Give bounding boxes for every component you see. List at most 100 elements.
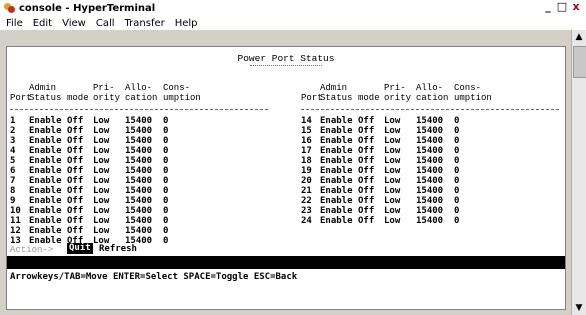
table-cell: Off — [358, 156, 375, 166]
table-cell: Low — [384, 216, 401, 226]
table-cell: 17 — [301, 146, 312, 156]
table-cell: 0 — [163, 156, 169, 166]
table-cell: Enable — [29, 236, 62, 246]
scroll-down-icon[interactable]: ▼ — [572, 301, 586, 315]
table-cell: 0 — [163, 176, 169, 186]
table-cell: Low — [93, 126, 110, 136]
table-cell: Low — [93, 136, 110, 146]
table-cell: Low — [93, 176, 110, 186]
table-cell: 6 — [10, 166, 16, 176]
table-cell: 0 — [163, 136, 169, 146]
table-cell: 12 — [10, 226, 21, 236]
scroll-thumb[interactable] — [573, 46, 586, 78]
menu-edit[interactable]: Edit — [33, 18, 52, 29]
table-cell: Off — [67, 126, 84, 136]
table-cell: 15400 — [125, 166, 153, 176]
table-cell: 0 — [163, 226, 169, 236]
table-cell: 15400 — [416, 156, 444, 166]
quit-action[interactable]: Quit — [67, 243, 93, 254]
table-cell: Off — [67, 206, 84, 216]
table-cell: 24 — [301, 216, 312, 226]
table-cell: Low — [384, 186, 401, 196]
table-cell: Off — [67, 146, 84, 156]
table-cell: 15400 — [416, 216, 444, 226]
table-cell: 15400 — [125, 226, 153, 236]
table-cell: 0 — [163, 166, 169, 176]
table-cell: Off — [358, 166, 375, 176]
table-cell: 0 — [163, 116, 169, 126]
table-cell: 22 — [301, 196, 312, 206]
header-top-1-3: Pri- — [384, 83, 406, 93]
table-cell: Enable — [320, 156, 353, 166]
table-cell: Off — [358, 136, 375, 146]
header-bottom-0-3: ority — [93, 93, 121, 103]
table-cell: 15400 — [125, 216, 153, 226]
menu-file[interactable]: File — [6, 18, 23, 29]
table-cell: 0 — [163, 126, 169, 136]
action-label: Action-> — [10, 245, 54, 255]
table-cell: Off — [67, 136, 84, 146]
table-cell: 0 — [163, 196, 169, 206]
table-cell: 0 — [454, 146, 460, 156]
table-cell: 15400 — [125, 186, 153, 196]
table-cell: Enable — [320, 136, 353, 146]
header-top-1-1: Admin — [320, 83, 348, 93]
table-cell: Low — [384, 196, 401, 206]
table-cell: 13 — [10, 236, 21, 246]
terminal-screen[interactable]: Power Port Status Port Admin Status mode Pri… — [6, 46, 566, 310]
table-cell: 8 — [10, 186, 16, 196]
window-title: console - HyperTerminal — [19, 2, 156, 14]
screen-title-underline — [250, 65, 322, 66]
table-cell: Low — [93, 216, 110, 226]
header-bottom-1-3: ority — [384, 93, 412, 103]
table-cell: 1 — [10, 116, 16, 126]
maximize-button[interactable]: □ — [555, 1, 569, 14]
header-bottom-0-1: Status — [29, 93, 62, 103]
table-cell: Off — [358, 126, 375, 136]
table-cell: Off — [67, 156, 84, 166]
menu-help[interactable]: Help — [175, 18, 198, 29]
menu-call[interactable]: Call — [96, 18, 115, 29]
scroll-up-icon[interactable]: ▲ — [572, 30, 586, 44]
close-button[interactable]: x — [569, 1, 583, 14]
table-cell: Off — [358, 196, 375, 206]
table-cell: 2 — [10, 126, 16, 136]
table-cell: Off — [358, 116, 375, 126]
table-cell: 16 — [301, 136, 312, 146]
table-cell: 15400 — [416, 136, 444, 146]
table-cell: 21 — [301, 186, 312, 196]
table-cell: 0 — [454, 166, 460, 176]
table-cell: 15400 — [416, 146, 444, 156]
table-cell: Off — [67, 176, 84, 186]
table-cell: Off — [358, 146, 375, 156]
table-cell: Enable — [29, 176, 62, 186]
refresh-action[interactable]: Refresh — [99, 244, 137, 254]
vertical-scrollbar[interactable]: ▲ ▼ — [571, 30, 586, 315]
table-cell: 15400 — [416, 176, 444, 186]
table-cell: 0 — [454, 156, 460, 166]
table-cell: 15400 — [416, 186, 444, 196]
menu-view[interactable]: View — [62, 18, 86, 29]
table-cell: 15400 — [125, 206, 153, 216]
header-top-0-4: Allo- — [125, 83, 153, 93]
table-cell: Enable — [320, 126, 353, 136]
header-top-0-3: Pri- — [93, 83, 115, 93]
header-rule — [301, 109, 559, 110]
help-line: Arrowkeys/TAB=Move ENTER=Select SPACE=To… — [10, 272, 298, 282]
table-cell: Low — [93, 166, 110, 176]
table-cell: Enable — [320, 176, 353, 186]
header-bottom-1-5: umption — [454, 93, 492, 103]
terminal-frame: Power Port Status Port Admin Status mode Pri… — [0, 30, 586, 315]
table-cell: 19 — [301, 166, 312, 176]
table-cell: Enable — [29, 126, 62, 136]
table-cell: Enable — [320, 166, 353, 176]
header-top-1-5: Cons- — [454, 83, 482, 93]
table-cell: Enable — [320, 206, 353, 216]
table-cell: Enable — [29, 226, 62, 236]
table-cell: 14 — [301, 116, 312, 126]
table-cell: 0 — [454, 196, 460, 206]
menu-transfer[interactable]: Transfer — [125, 18, 165, 29]
minimize-button[interactable]: _ — [541, 1, 555, 14]
header-bottom-0-2: mode — [67, 93, 89, 103]
title-bar: console - HyperTerminal _ □ x — [0, 0, 586, 16]
